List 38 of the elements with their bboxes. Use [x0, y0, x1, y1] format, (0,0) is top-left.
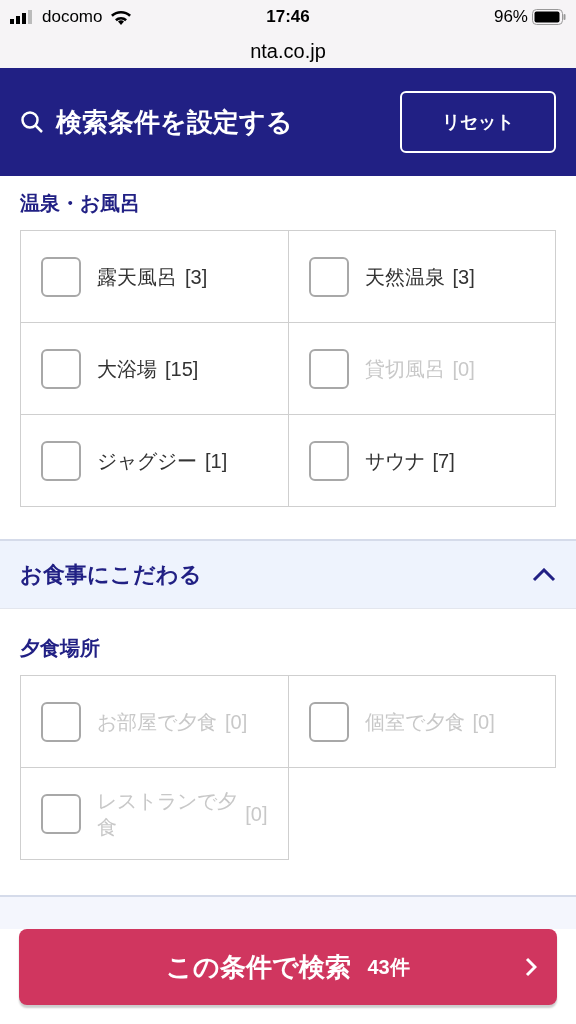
carrier-name: docomo: [42, 6, 103, 29]
battery-percent: 96%: [493, 6, 528, 29]
option-cell[interactable]: 天然温泉 [3]: [288, 231, 556, 323]
section-label: 夕食場所: [20, 636, 101, 661]
option-count: [7]: [432, 448, 455, 474]
signal-icon: [10, 10, 34, 24]
option-count: [15]: [165, 356, 199, 382]
reset-button[interactable]: リセット: [400, 91, 556, 153]
accordion-title: お食事にこだわる: [20, 561, 202, 589]
chevron-right-icon: [525, 957, 537, 977]
checkbox[interactable]: [41, 256, 81, 297]
option-label: 大浴場: [97, 356, 157, 382]
clock-time: 17:46: [266, 6, 310, 29]
search-button[interactable]: この条件で検索 43件: [19, 929, 557, 1005]
option-cell[interactable]: ジャグジー [1]: [21, 415, 289, 507]
result-count: 43件: [367, 955, 410, 980]
chevron-icon: [532, 567, 556, 582]
checkbox[interactable]: [308, 256, 349, 297]
url-text[interactable]: nta.co.jp: [250, 36, 326, 66]
section-label: 温泉・お風呂: [20, 191, 141, 216]
checkbox[interactable]: [41, 348, 81, 389]
checkbox[interactable]: [308, 440, 349, 481]
search-icon: [20, 110, 44, 134]
option-count: [3]: [185, 264, 208, 290]
option-cell[interactable]: サウナ [7]: [288, 415, 556, 507]
option-label: ジャグジー: [97, 448, 197, 474]
option-count: [1]: [205, 448, 228, 474]
battery-icon: [532, 9, 566, 25]
option-label: サウナ: [364, 448, 425, 474]
checkbox[interactable]: [41, 440, 81, 481]
option-label: 露天風呂: [97, 264, 177, 290]
accordion-header[interactable]: お食事にこだわる: [0, 539, 576, 609]
wifi-icon: [110, 9, 133, 25]
option-label: 天然温泉: [364, 264, 445, 290]
option-cell[interactable]: 大浴場 [15]: [21, 323, 289, 415]
option-cell[interactable]: 露天風呂 [3]: [21, 231, 289, 323]
option-count: [3]: [452, 264, 475, 290]
header-title: 検索条件を設定する: [56, 105, 293, 139]
